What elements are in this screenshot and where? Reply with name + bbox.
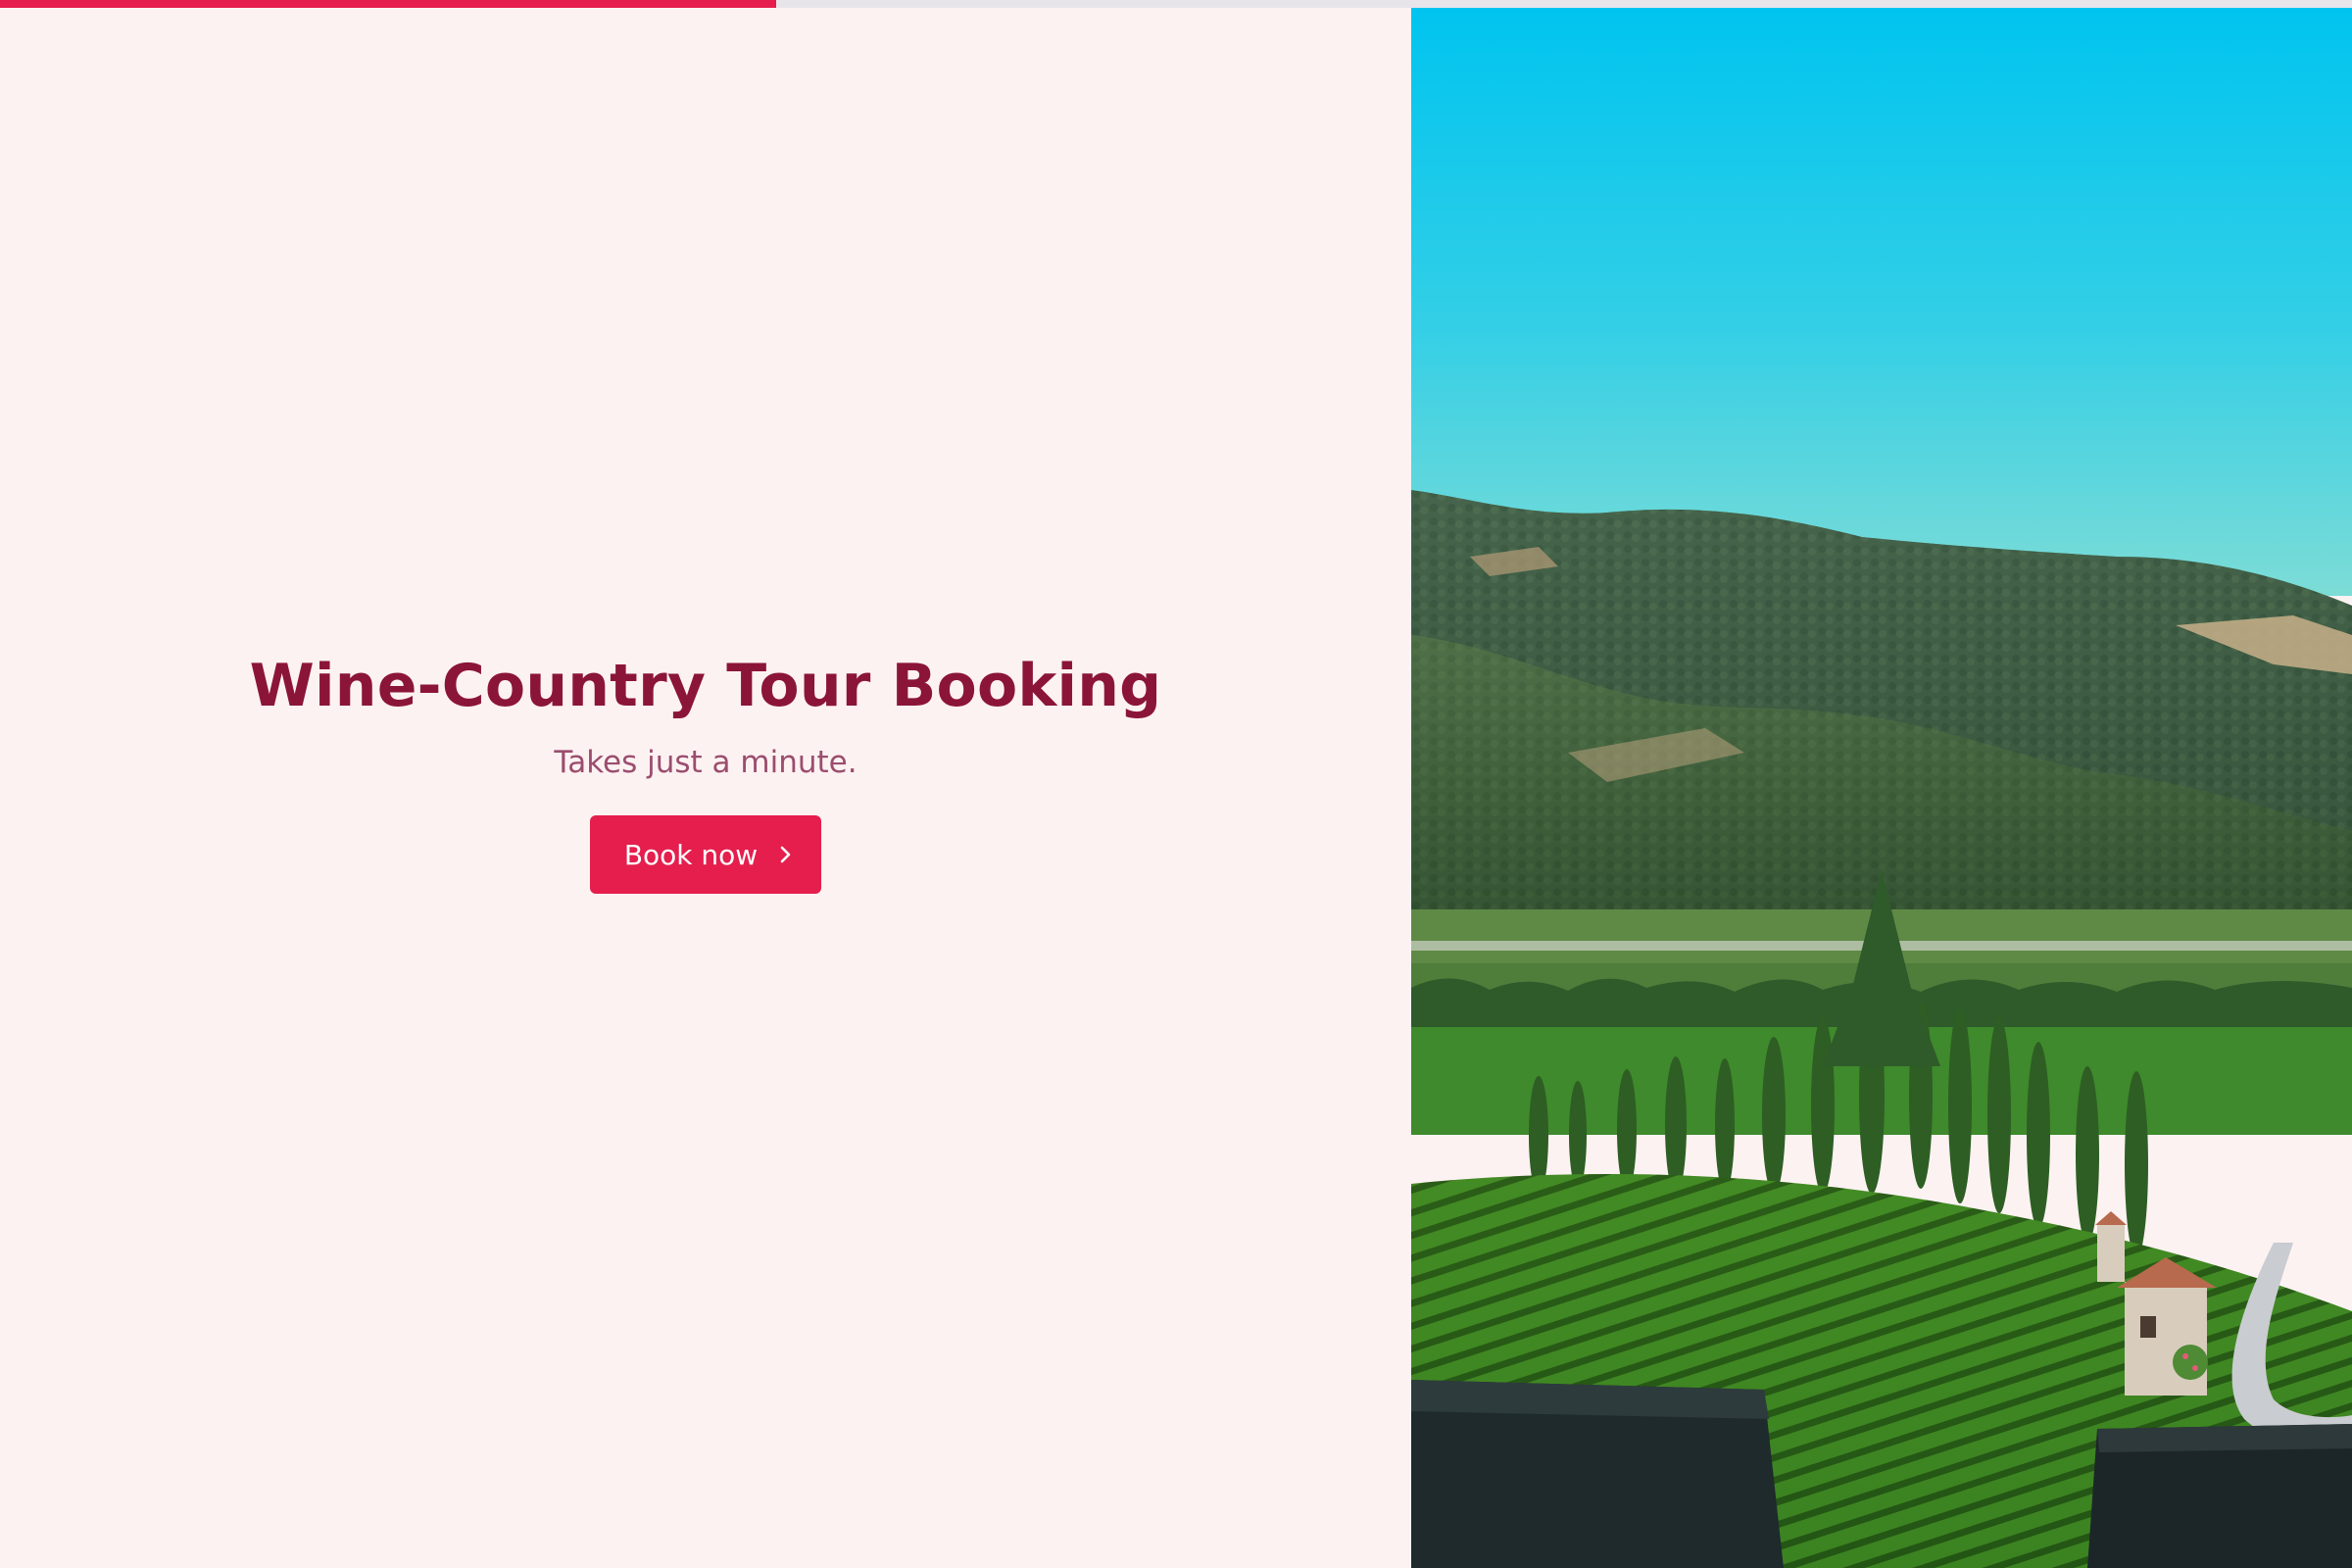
- page-subtitle: Takes just a minute.: [554, 745, 858, 780]
- book-now-label: Book now: [623, 838, 759, 871]
- page: Wine-Country Tour Booking Takes just a m…: [0, 0, 2352, 1568]
- hero-section: Wine-Country Tour Booking Takes just a m…: [0, 651, 1411, 894]
- book-now-button[interactable]: Book now: [590, 815, 821, 894]
- vineyard-landscape-photo: [1411, 8, 2352, 1568]
- chevron-right-icon: [780, 846, 791, 863]
- welcome-panel: Wine-Country Tour Booking Takes just a m…: [0, 8, 1411, 1568]
- page-title: Wine-Country Tour Booking: [249, 652, 1162, 720]
- vineyard-landscape-image: [1411, 8, 2352, 1568]
- progress-bar-fill: [0, 0, 776, 8]
- progress-bar: [0, 0, 2352, 8]
